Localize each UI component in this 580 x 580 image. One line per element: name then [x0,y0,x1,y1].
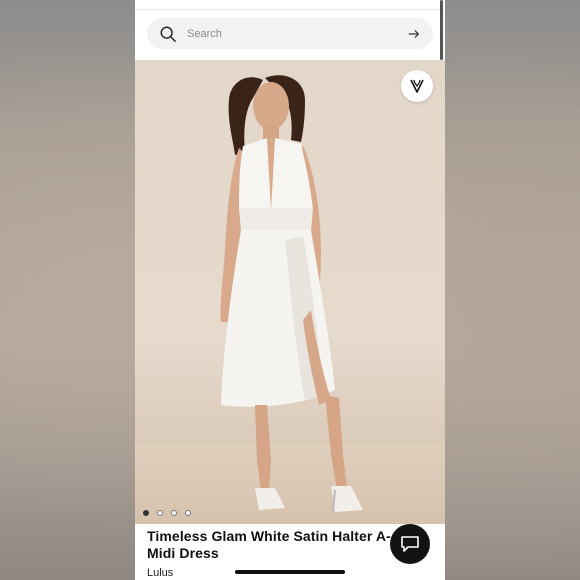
pagination-dot-3[interactable] [171,510,177,516]
chat-bubble-icon [401,536,419,552]
product-title-line-1: Timeless Glam White Satin Halter A- [147,528,391,544]
product-title-line-2: Midi Dress [147,545,219,561]
brand-name[interactable]: Lulus [147,567,173,579]
search-input[interactable]: Search [187,28,407,40]
pagination-dot-1[interactable] [143,510,149,516]
chat-button[interactable] [390,524,430,564]
home-indicator [235,570,345,574]
top-bar [135,0,445,10]
app-screen: Search Timeless Glam White Satin Halter … [135,0,445,580]
model-illustration [220,75,363,513]
product-image[interactable] [135,60,445,524]
search-bar[interactable]: Search [147,18,433,49]
search-icon [160,26,176,42]
pagination-dot-2[interactable] [157,510,163,516]
image-pagination [143,510,191,516]
favorite-button[interactable] [401,70,433,102]
arrow-right-icon[interactable] [407,27,421,41]
scroll-indicator [440,0,443,60]
pagination-dot-4[interactable] [185,510,191,516]
heart-check-icon [410,79,424,93]
